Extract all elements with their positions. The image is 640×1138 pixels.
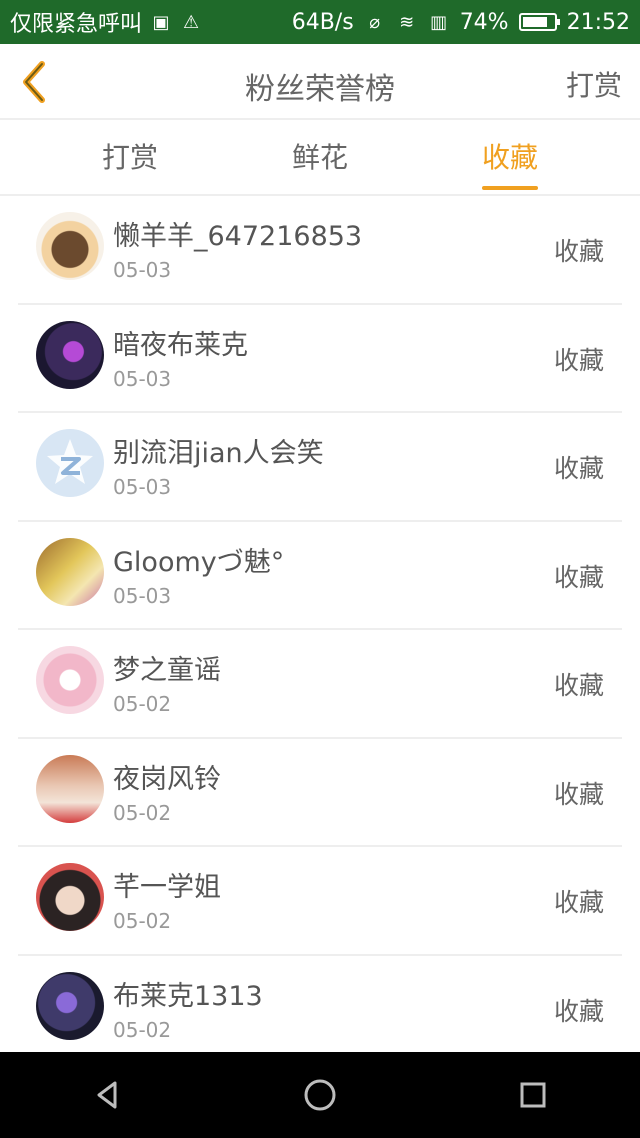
fan-action: 收藏 bbox=[553, 888, 604, 917]
list-item[interactable]: 布莱克1313 05-02 收藏 bbox=[18, 956, 622, 1055]
fan-name: Gloomyづ魅° bbox=[113, 546, 285, 578]
fan-date: 05-03 bbox=[113, 366, 172, 391]
avatar bbox=[36, 537, 104, 606]
fan-action: 收藏 bbox=[553, 345, 604, 375]
nav-back-button[interactable] bbox=[77, 1065, 137, 1125]
system-nav-bar bbox=[0, 1052, 640, 1138]
qq-zone-icon bbox=[47, 439, 93, 484]
tab-label: 收藏 bbox=[481, 141, 538, 174]
list-item[interactable]: Gloomyづ魅° 05-03 收藏 bbox=[18, 522, 622, 630]
list-item[interactable]: 懒羊羊_647216853 05-03 收藏 bbox=[18, 196, 622, 305]
tab-reward[interactable]: 打赏 bbox=[50, 120, 210, 196]
list-item[interactable]: 芊一学姐 05-02 收藏 bbox=[18, 847, 622, 956]
battery-percent: 74% bbox=[459, 9, 509, 35]
fan-date: 05-02 bbox=[113, 1017, 172, 1042]
fan-date: 05-03 bbox=[113, 583, 172, 608]
fan-date: 05-02 bbox=[113, 909, 172, 933]
fan-action: 收藏 bbox=[553, 454, 604, 483]
fan-date: 05-02 bbox=[113, 692, 172, 716]
avatar bbox=[36, 212, 104, 280]
fan-action: 收藏 bbox=[553, 237, 604, 266]
status-left: 仅限紧急呼叫 ▣ ⚠ bbox=[10, 6, 202, 38]
nav-recent-icon bbox=[520, 1082, 546, 1108]
sim-icon: ▥ bbox=[430, 11, 448, 33]
tab-favorites[interactable]: 收藏 bbox=[430, 120, 590, 196]
tab-label: 鲜花 bbox=[291, 141, 348, 174]
avatar bbox=[36, 863, 104, 931]
nav-back-icon bbox=[97, 1081, 117, 1109]
network-speed: 64B/s bbox=[291, 9, 354, 35]
fan-name: 布莱克1313 bbox=[113, 980, 263, 1012]
list-item[interactable]: 梦之童谣 05-02 收藏 bbox=[18, 630, 622, 739]
nav-home-icon bbox=[304, 1079, 336, 1111]
tab-active-indicator bbox=[482, 186, 538, 190]
nav-recent-button[interactable] bbox=[503, 1065, 563, 1125]
avatar bbox=[36, 646, 104, 714]
list-item[interactable]: 别流泪jian人会笑 05-03 收藏 bbox=[18, 413, 622, 522]
mute-icon: ⌀ bbox=[369, 11, 381, 33]
fan-name: 懒羊羊_647216853 bbox=[113, 221, 363, 252]
tab-label: 打赏 bbox=[101, 141, 158, 174]
warning-icon: ⚠ bbox=[182, 11, 200, 33]
list-item[interactable]: 暗夜布莱克 05-03 收藏 bbox=[18, 305, 622, 413]
carrier-text: 仅限紧急呼叫 bbox=[10, 12, 143, 37]
reward-button[interactable]: 打赏 bbox=[566, 64, 622, 104]
fan-name: 暗夜布莱克 bbox=[113, 329, 248, 361]
tab-bar: 打赏 鲜花 收藏 bbox=[0, 120, 640, 196]
list-item[interactable]: 夜岗风铃 05-02 收藏 bbox=[18, 739, 622, 847]
fan-name: 芊一学姐 bbox=[113, 872, 221, 903]
image-icon: ▣ bbox=[152, 11, 170, 33]
fan-list: 懒羊羊_647216853 05-03 收藏 暗夜布莱克 05-03 收藏 别流… bbox=[0, 196, 640, 1054]
tab-flowers[interactable]: 鲜花 bbox=[240, 120, 400, 196]
avatar bbox=[36, 754, 104, 823]
fan-action: 收藏 bbox=[553, 779, 604, 809]
title-bar: 粉丝荣誉榜 打赏 bbox=[0, 44, 640, 120]
status-right: 64B/s ⌀ ≋ ▥ 74% 21:52 bbox=[292, 10, 630, 35]
fan-name: 梦之童谣 bbox=[113, 655, 221, 686]
status-bar: 仅限紧急呼叫 ▣ ⚠ 64B/s ⌀ ≋ ▥ 74% 21:52 bbox=[0, 0, 640, 44]
fan-action: 收藏 bbox=[553, 562, 604, 592]
fan-date: 05-03 bbox=[113, 258, 172, 282]
avatar bbox=[36, 971, 104, 1040]
battery-icon bbox=[518, 13, 560, 31]
fan-action: 收藏 bbox=[553, 996, 604, 1026]
clock: 21:52 bbox=[566, 9, 630, 35]
page-title: 粉丝荣誉榜 bbox=[245, 72, 395, 107]
nav-home-button[interactable] bbox=[290, 1065, 350, 1125]
avatar bbox=[36, 429, 104, 497]
fan-action: 收藏 bbox=[553, 671, 604, 700]
avatar bbox=[36, 320, 104, 389]
wifi-icon: ≋ bbox=[399, 11, 415, 33]
fan-name: 夜岗风铃 bbox=[113, 763, 221, 795]
fan-date: 05-03 bbox=[113, 475, 172, 499]
fan-name: 别流泪jian人会笑 bbox=[113, 438, 324, 469]
fan-date: 05-02 bbox=[113, 800, 172, 825]
